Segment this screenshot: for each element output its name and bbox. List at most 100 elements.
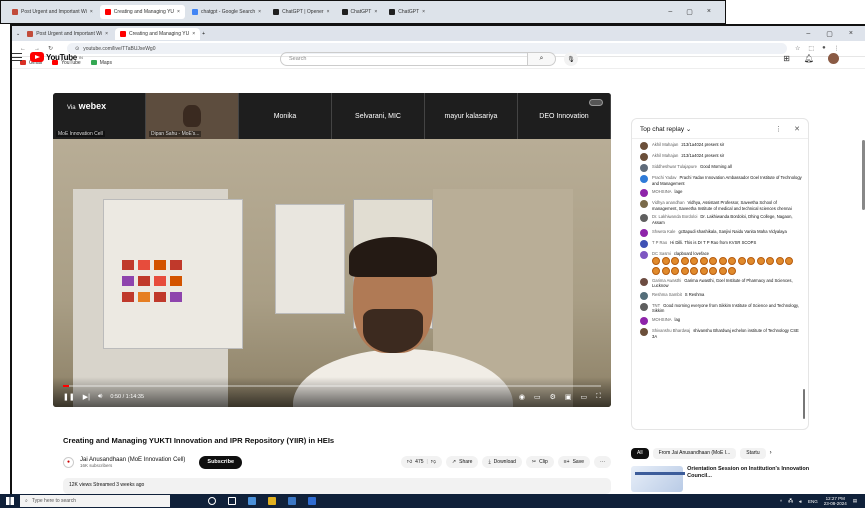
new-tab-icon[interactable]: + (202, 31, 205, 37)
chat-author[interactable]: T P Rao (652, 240, 667, 245)
tab-close-icon[interactable]: × (422, 9, 425, 15)
theater-mode-icon[interactable]: ▭ (580, 393, 587, 401)
tab-close-icon[interactable]: × (258, 9, 261, 15)
subscribe-button[interactable]: Subscribe (199, 455, 242, 469)
chat-author[interactable]: Vidhya anandhan (652, 200, 685, 205)
chat-author[interactable]: MOHSINA (652, 317, 672, 322)
create-icon[interactable]: ⊞ (783, 54, 790, 63)
outer-tab[interactable]: ChatGPT × (384, 5, 430, 19)
chrome-app-icon[interactable] (288, 497, 296, 505)
tab-close-icon[interactable]: × (192, 31, 195, 37)
notifications-bell-icon[interactable]: 🔔︎ (804, 54, 814, 63)
windows-start-icon[interactable] (6, 497, 14, 505)
autoplay-toggle-icon[interactable]: ◉ (519, 393, 525, 401)
window-close-icon[interactable]: × (707, 8, 711, 16)
notification-center-icon[interactable]: ▤ (853, 498, 857, 504)
chat-author[interactable]: Dr. Lakhiwanda Bordoloi (652, 214, 697, 219)
fullscreen-icon[interactable]: ⛶ (596, 393, 601, 401)
related-title[interactable]: Orientation Session on Institution's Inn… (687, 466, 816, 492)
maximize-icon[interactable]: ▢ (826, 30, 833, 38)
related-video-item[interactable]: Orientation Session on Institution's Inn… (631, 466, 816, 492)
chat-author[interactable]: Shivanshu Bhardwaj (652, 328, 690, 333)
next-icon[interactable]: ▶| (83, 393, 90, 401)
account-avatar[interactable] (828, 53, 839, 64)
chat-author[interactable]: Prachi Yadav (652, 175, 677, 180)
minimize-icon[interactable]: – (668, 8, 672, 16)
chat-avatar[interactable] (640, 153, 648, 161)
chat-avatar[interactable] (640, 291, 648, 300)
subtitles-icon[interactable]: ▭ (534, 393, 541, 401)
chat-avatar[interactable] (640, 189, 648, 198)
video-player[interactable]: MoE Innovation Cell Dipan Sahu - MoE's...… (53, 93, 611, 407)
chat-avatar[interactable] (640, 328, 648, 337)
filter-chip[interactable]: All (631, 447, 649, 459)
chat-scrollbar[interactable] (803, 389, 805, 419)
related-thumbnail[interactable] (631, 466, 685, 492)
more-actions-button[interactable]: ··· (594, 456, 611, 468)
chat-avatar[interactable] (640, 214, 648, 223)
youtube-logo[interactable]: YouTube IN (30, 52, 83, 62)
outer-tab[interactable]: Post Urgent and Important Wi × (7, 5, 98, 19)
chat-avatar[interactable] (640, 239, 648, 248)
maximize-icon[interactable]: ▢ (686, 8, 693, 16)
hamburger-menu-icon[interactable] (12, 53, 22, 61)
chat-author[interactable]: MOHSINA (652, 189, 672, 194)
tab-close-icon[interactable]: × (177, 9, 180, 15)
clip-button[interactable]: ✂ Clip (525, 456, 554, 468)
outer-tab[interactable]: chatgpt - Google Search × (187, 5, 266, 19)
tray-chevron-icon[interactable]: ^ (780, 499, 782, 504)
minimize-icon[interactable]: – (806, 30, 810, 38)
browser-tab[interactable]: Creating and Managing YU × (115, 27, 201, 40)
miniplayer-icon[interactable]: ▣ (565, 393, 572, 401)
chat-author[interactable]: TNT (652, 303, 660, 308)
chat-avatar[interactable] (640, 302, 648, 311)
chat-author[interactable]: Akhil Mahajan (652, 153, 678, 158)
chat-avatar[interactable] (640, 200, 648, 209)
pause-icon[interactable]: ❚❚ (63, 393, 75, 401)
task-view-icon[interactable] (228, 497, 236, 505)
outer-tab[interactable]: ChatGPT × (337, 5, 383, 19)
network-icon[interactable]: 🖧︎ (788, 497, 793, 505)
filter-chip[interactable]: Startu (740, 447, 766, 459)
file-explorer-icon[interactable] (248, 497, 256, 505)
download-button[interactable]: ⤓ Download (482, 456, 522, 468)
chat-author[interactable]: Garima Awasthi (652, 278, 681, 283)
chat-avatar[interactable] (640, 175, 648, 183)
chat-mode-selector[interactable]: Top chat replay ⌄ (640, 125, 691, 133)
tab-close-icon[interactable]: × (327, 9, 330, 15)
search-input[interactable]: Search (280, 52, 528, 66)
progress-bar[interactable] (63, 385, 601, 387)
language-indicator[interactable]: ENG (808, 499, 818, 504)
tab-close-icon[interactable]: × (374, 9, 377, 15)
volume-icon[interactable]: 🔊︎ (98, 393, 102, 401)
chat-more-icon[interactable]: ⋮ (775, 125, 782, 133)
volume-tray-icon[interactable]: 🔊︎ (799, 499, 802, 504)
close-icon[interactable]: ✕ (794, 125, 800, 133)
chat-author[interactable]: Reshma Sambit (652, 292, 682, 297)
cortana-icon[interactable] (208, 497, 216, 505)
store-icon[interactable] (308, 497, 316, 505)
settings-gear-icon[interactable]: ⚙ (550, 393, 556, 401)
chat-avatar[interactable] (640, 317, 648, 326)
channel-name[interactable]: Jai Anusandhaan (MoE Innovation Cell) (80, 457, 185, 463)
voice-search-button[interactable]: 🎙 (564, 52, 578, 66)
window-close-icon[interactable]: × (849, 30, 853, 38)
description-box[interactable]: 12K views Streamed 3 weeks ago (63, 478, 611, 494)
filter-chip[interactable]: From Jai Anusandhaan (MoE I... (652, 447, 737, 459)
tab-close-icon[interactable]: × (105, 31, 108, 37)
chat-avatar[interactable] (640, 164, 648, 172)
chat-avatar[interactable] (640, 142, 648, 150)
chat-author[interactable]: DC Sasmi (652, 251, 671, 256)
taskbar-clock[interactable]: 12:27 PM 23-08-2024 (824, 496, 847, 506)
share-button[interactable]: ↗ Share (445, 456, 479, 468)
tab-search-icon[interactable]: ⌄ (16, 31, 20, 37)
chat-avatar[interactable] (640, 250, 648, 259)
like-button[interactable]: 👍︎ 475 | 👎︎ (400, 456, 442, 468)
tab-close-icon[interactable]: × (90, 9, 93, 15)
outer-tab[interactable]: ChatGPT | Opener × (268, 5, 334, 19)
browser-tab[interactable]: Post Urgent and Important Wi × (22, 28, 113, 40)
chat-author[interactable]: Siddheshwar Tulajapure (652, 164, 697, 169)
chat-author[interactable]: Akhil Mahajan (652, 142, 678, 147)
save-button[interactable]: ≡+ Save (557, 456, 590, 468)
outer-tab[interactable]: Creating and Managing YU × (99, 5, 185, 19)
